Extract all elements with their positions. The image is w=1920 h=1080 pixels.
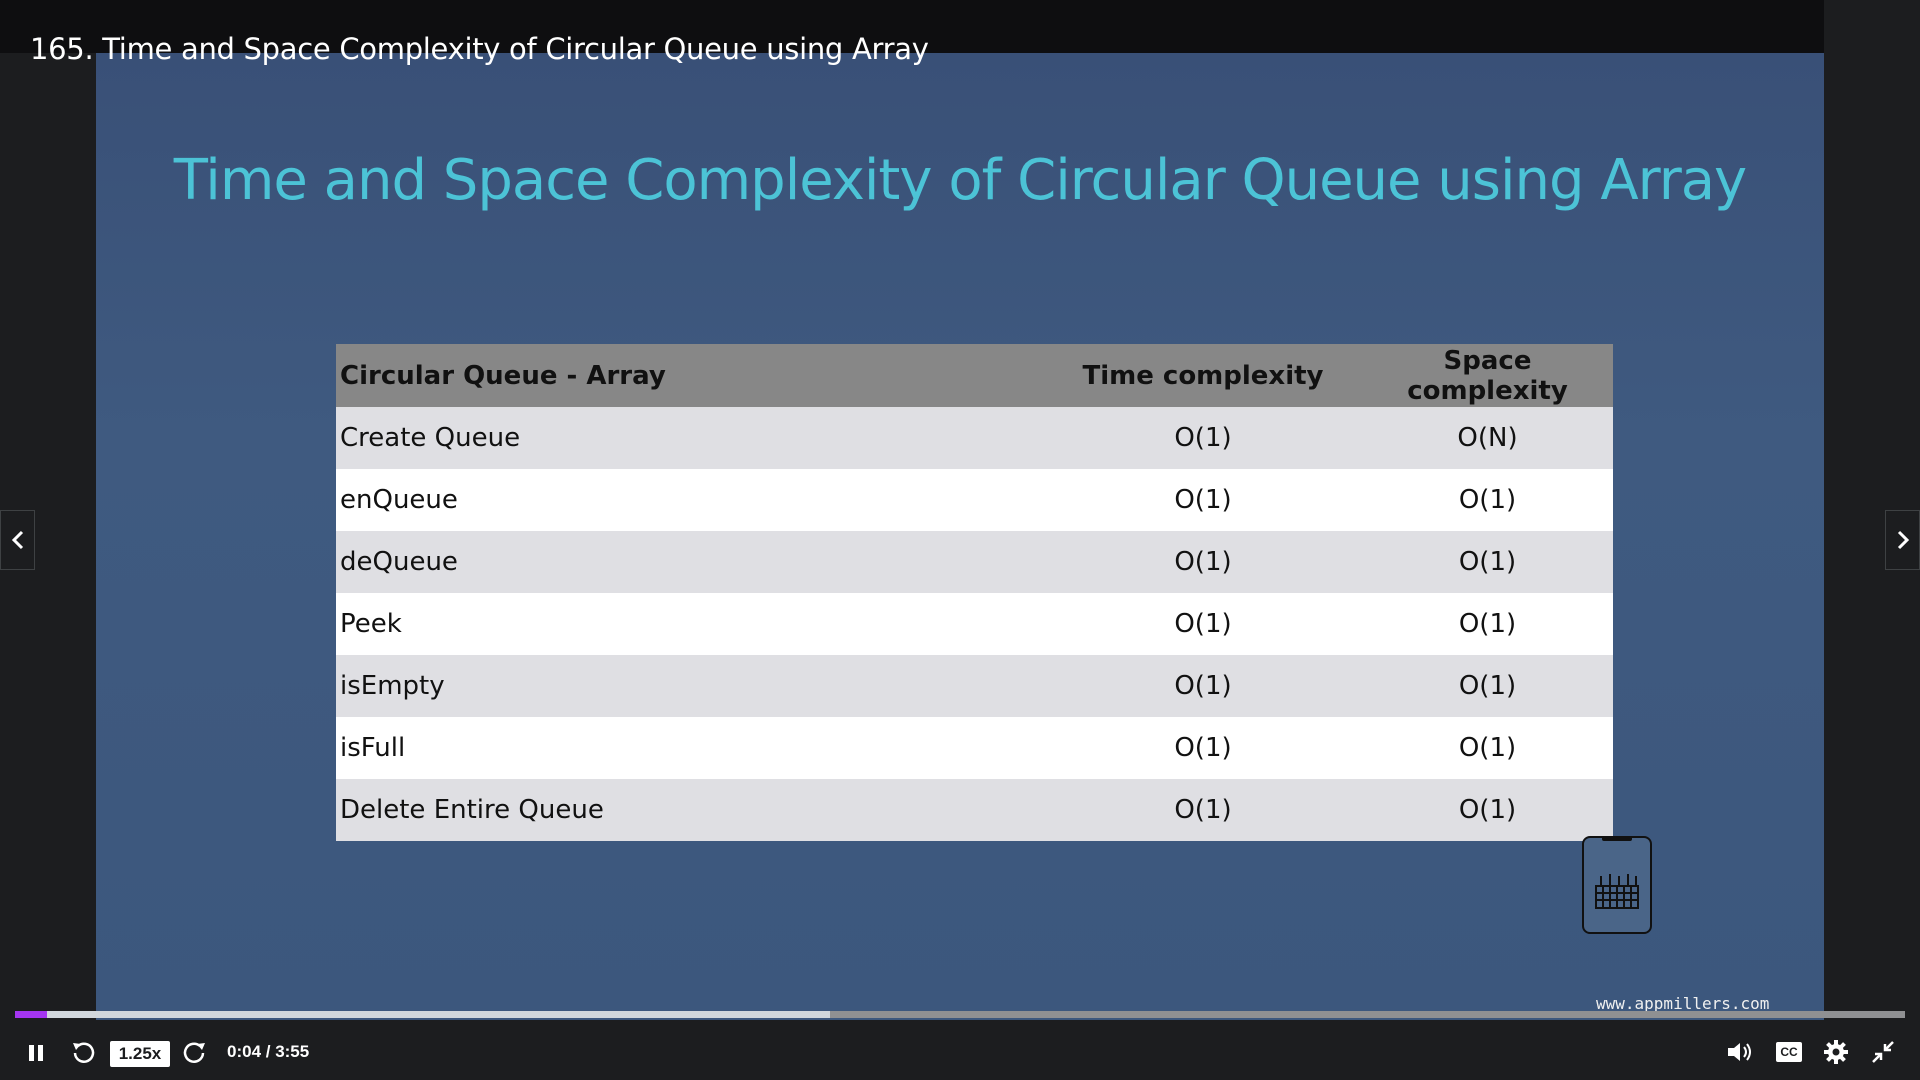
time-cell: O(1): [1174, 423, 1232, 453]
time-cell: O(1): [1174, 795, 1232, 825]
rewind-button[interactable]: [68, 1038, 98, 1068]
factory-phone-icon: [1582, 836, 1652, 934]
time-cell: O(1): [1174, 671, 1232, 701]
settings-button[interactable]: [1820, 1037, 1852, 1067]
playback-speed-button[interactable]: 1.25x: [110, 1041, 170, 1067]
space-cell: O(1): [1458, 671, 1517, 701]
control-bar: 1.25x 0:04 / 3:55 CC: [0, 1023, 1920, 1080]
time-display: 0:04 / 3:55: [227, 1042, 310, 1061]
pause-button[interactable]: [22, 1039, 50, 1067]
exit-fullscreen-button[interactable]: [1868, 1037, 1898, 1067]
time-cell: O(1): [1174, 547, 1232, 577]
slide-title: Time and Space Complexity of Circular Qu…: [173, 148, 1747, 213]
space-cell: O(1): [1458, 547, 1517, 577]
next-lecture-button[interactable]: [1885, 510, 1920, 570]
space-cell: O(N): [1457, 423, 1518, 453]
time-cell: O(1): [1174, 485, 1232, 515]
table-row: Peek O(1) O(1): [336, 593, 1613, 655]
operation-cell: isEmpty: [340, 671, 445, 701]
table-row: isEmpty O(1) O(1): [336, 655, 1613, 717]
operation-cell: enQueue: [340, 485, 458, 515]
time-cell: O(1): [1174, 609, 1232, 639]
progress-played: [15, 1011, 48, 1018]
chevron-right-icon: [1897, 530, 1909, 550]
captions-icon: CC: [1776, 1042, 1802, 1062]
chevron-left-icon: [11, 530, 23, 550]
progress-bar[interactable]: [15, 1011, 1905, 1018]
column-header-operation: Circular Queue - Array: [340, 360, 666, 391]
gear-icon: [1824, 1040, 1848, 1064]
rewind-icon: [73, 1042, 95, 1063]
video-title: 165. Time and Space Complexity of Circul…: [30, 32, 929, 66]
appmillers-logo: [1562, 836, 1672, 934]
video-player[interactable]: Time and Space Complexity of Circular Qu…: [0, 0, 1920, 1080]
volume-button[interactable]: [1724, 1037, 1756, 1067]
table-header-row: Circular Queue - Array Time complexity S…: [336, 344, 1613, 407]
space-cell: O(1): [1458, 733, 1517, 763]
column-header-time: Time complexity: [1082, 360, 1324, 391]
table-row: Create Queue O(1) O(N): [336, 407, 1613, 469]
table-row: deQueue O(1) O(1): [336, 531, 1613, 593]
time-cell: O(1): [1174, 733, 1232, 763]
operation-cell: Create Queue: [340, 423, 521, 453]
operation-cell: Peek: [340, 609, 402, 639]
operation-cell: Delete Entire Queue: [340, 795, 604, 825]
exit-fullscreen-icon: [1872, 1041, 1894, 1063]
complexity-table: Circular Queue - Array Time complexity S…: [336, 344, 1613, 841]
table-row: enQueue O(1) O(1): [336, 469, 1613, 531]
table-row: isFull O(1) O(1): [336, 717, 1613, 779]
column-header-space: Space complexity: [1407, 345, 1568, 406]
operation-cell: deQueue: [340, 547, 458, 577]
forward-icon: [183, 1042, 205, 1063]
space-cell: O(1): [1458, 485, 1517, 515]
volume-icon: [1728, 1043, 1751, 1061]
previous-lecture-button[interactable]: [0, 510, 35, 570]
space-cell: O(1): [1458, 609, 1517, 639]
pause-icon: [29, 1045, 43, 1061]
captions-button[interactable]: CC: [1774, 1039, 1804, 1065]
table-row: Delete Entire Queue O(1) O(1): [336, 779, 1613, 841]
progress-buffered: [15, 1011, 830, 1018]
space-cell: O(1): [1458, 795, 1517, 825]
operation-cell: isFull: [340, 733, 406, 763]
forward-button[interactable]: [180, 1038, 210, 1068]
